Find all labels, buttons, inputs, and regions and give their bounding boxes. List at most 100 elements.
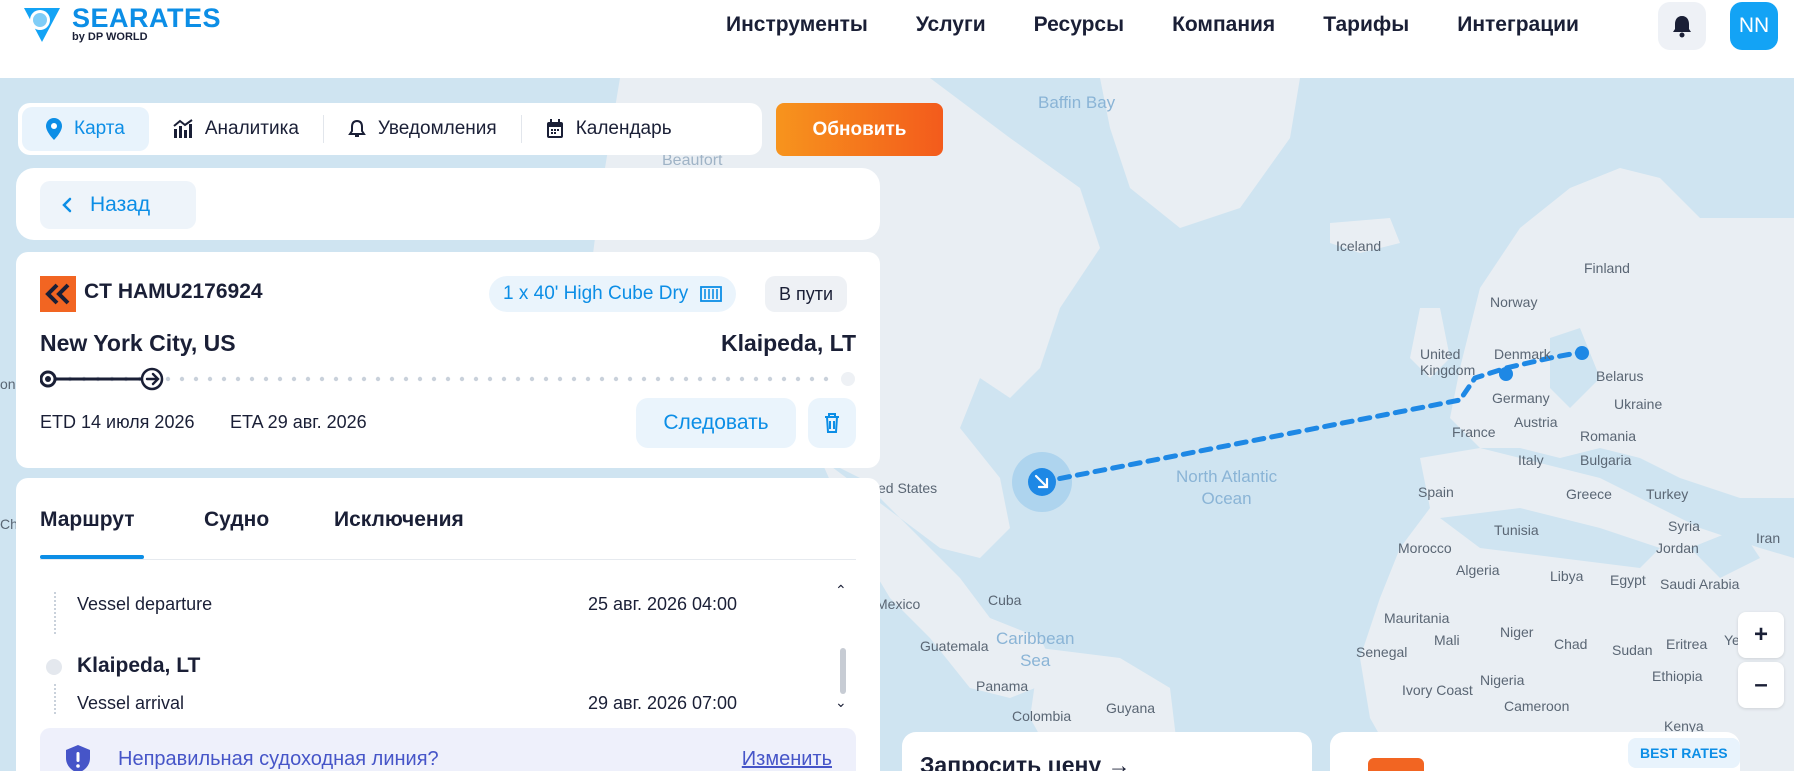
- route-remaining-dot: [823, 376, 829, 382]
- port-marker: [46, 659, 62, 675]
- quote-card[interactable]: Запросить цену →: [902, 732, 1312, 771]
- bell-icon: [1673, 16, 1691, 38]
- change-link[interactable]: Изменить: [742, 748, 832, 771]
- event-date: 29 авг. 2026 07:00: [588, 693, 738, 713]
- trash-icon: [825, 413, 839, 433]
- timeline-line: [54, 684, 56, 714]
- delete-button[interactable]: [808, 398, 856, 448]
- route-remaining-dot: [529, 376, 535, 382]
- tab-analytics[interactable]: Аналитика: [149, 107, 323, 151]
- map-label-algeria: Algeria: [1456, 562, 1500, 578]
- zoom-out-button[interactable]: –: [1738, 662, 1784, 708]
- map-label-colombia: Colombia: [1012, 708, 1072, 724]
- tab-map[interactable]: Карта: [22, 107, 149, 151]
- follow-button[interactable]: Следовать: [636, 398, 796, 448]
- shipment-card: CT HAMU2176924 1 x 40' High Cube Dry В п…: [16, 252, 880, 468]
- route-remaining-dot: [515, 376, 521, 382]
- nav-services[interactable]: Услуги: [916, 10, 986, 40]
- map-label-morocco: Morocco: [1398, 540, 1452, 556]
- scroll-up-icon[interactable]: ⌃: [835, 582, 847, 599]
- route-remaining-dot: [585, 376, 591, 382]
- container-icon: [700, 286, 723, 302]
- quote-title: Запросить цену →: [920, 752, 1131, 771]
- notifications-button[interactable]: [1658, 2, 1706, 50]
- map-label-ethiopia: Ethiopia: [1652, 668, 1703, 684]
- map-label-north-atlantic: North Atlantic Ocean: [1176, 467, 1278, 508]
- top-header: SEARATES by DP WORLD Инструменты Услуги …: [0, 0, 1794, 58]
- route-remaining-dot: [165, 376, 171, 382]
- back-button-label: Назад: [90, 193, 151, 216]
- map-label-niger: Niger: [1500, 624, 1534, 640]
- nav-integrations[interactable]: Интеграции: [1457, 10, 1579, 40]
- scrollbar-thumb[interactable]: [840, 648, 846, 694]
- map-label-caribbean-sea: Caribbean Sea: [996, 629, 1075, 670]
- carrier-chevrons-icon: [45, 283, 70, 305]
- carrier-logo: [40, 276, 76, 312]
- tab-vessel[interactable]: Судно: [204, 508, 269, 532]
- map-label-sudan: Sudan: [1612, 642, 1653, 658]
- nav-tools[interactable]: Инструменты: [726, 10, 868, 40]
- map-label-france: France: [1452, 424, 1496, 440]
- route-remaining-dot: [571, 376, 577, 382]
- route-remaining-dot: [613, 376, 619, 382]
- refresh-button[interactable]: Обновить: [776, 103, 943, 156]
- map-label-guyana: Guyana: [1106, 700, 1156, 716]
- map-label-libya: Libya: [1550, 568, 1584, 584]
- route-remaining-dot: [291, 376, 297, 382]
- map-label-spain: Spain: [1418, 484, 1454, 500]
- route-remaining-dot: [263, 376, 269, 382]
- scroll-down-icon[interactable]: ⌄: [835, 694, 847, 711]
- map-label-mali: Mali: [1434, 632, 1460, 648]
- tab-calendar-label: Календарь: [575, 118, 672, 139]
- route-remaining-dot: [389, 376, 395, 382]
- shield-alert-icon: [66, 745, 90, 771]
- tab-notifications[interactable]: Уведомления: [324, 107, 521, 151]
- tab-calendar[interactable]: Календарь: [522, 107, 696, 151]
- map-label-united-states: ed States: [878, 480, 938, 496]
- route-remaining-dot: [347, 376, 353, 382]
- map-label-jordan: Jordan: [1656, 540, 1699, 556]
- analytics-icon: [173, 119, 193, 138]
- nav-resources[interactable]: Ресурсы: [1034, 10, 1124, 40]
- route-remaining-dot: [207, 376, 213, 382]
- container-badge: 1 x 40' High Cube Dry: [489, 276, 737, 312]
- map-label-romania: Romania: [1580, 428, 1637, 444]
- map-label-iran: Iran: [1756, 530, 1781, 546]
- route-remaining-dot: [781, 376, 787, 382]
- map-pin-icon: [46, 118, 62, 140]
- searates-logo[interactable]: SEARATES by DP WORLD: [22, 2, 221, 46]
- route-remaining-dot: [193, 376, 199, 382]
- route-remaining-dot: [179, 376, 185, 382]
- route-remaining-dot: [501, 376, 507, 382]
- map-label-mauritania: Mauritania: [1384, 610, 1450, 626]
- nav-company[interactable]: Компания: [1172, 10, 1275, 40]
- map-label-egypt: Egypt: [1610, 572, 1646, 588]
- etd-date: ETD 14 июля 2026: [40, 412, 195, 432]
- map-label-cuba: Cuba: [988, 592, 1022, 608]
- route-remaining-dot: [235, 376, 241, 382]
- route-remaining-dot: [305, 376, 311, 382]
- route-remaining-dot: [711, 376, 717, 382]
- map-label-denmark: Denmark: [1494, 346, 1551, 362]
- tab-route[interactable]: Маршрут: [40, 508, 135, 532]
- tab-exceptions[interactable]: Исключения: [334, 508, 464, 532]
- route-remaining-dot: [249, 376, 255, 382]
- map-label-baffin-bay: Baffin Bay: [1038, 93, 1116, 112]
- route-remaining-dot: [361, 376, 367, 382]
- route-progress: [40, 367, 855, 391]
- route-remaining-dot: [403, 376, 409, 382]
- origin-port: New York City, US: [40, 330, 236, 356]
- route-remaining-dot: [417, 376, 423, 382]
- map-label-mexico: Mexico: [876, 596, 921, 612]
- zoom-in-button[interactable]: +: [1738, 612, 1784, 658]
- user-avatar[interactable]: NN: [1730, 2, 1778, 50]
- nav-rates[interactable]: Тарифы: [1323, 10, 1409, 40]
- destination-port: Klaipeda, LT: [720, 330, 856, 356]
- route-remaining-dot: [599, 376, 605, 382]
- tab-notifications-label: Уведомления: [377, 118, 497, 139]
- event-label: Vessel arrival: [77, 693, 185, 713]
- route-remaining-dot: [543, 376, 549, 382]
- map-label-senegal: Senegal: [1356, 644, 1408, 660]
- back-button[interactable]: Назад: [40, 181, 196, 229]
- map-label-turkey: Turkey: [1646, 486, 1689, 502]
